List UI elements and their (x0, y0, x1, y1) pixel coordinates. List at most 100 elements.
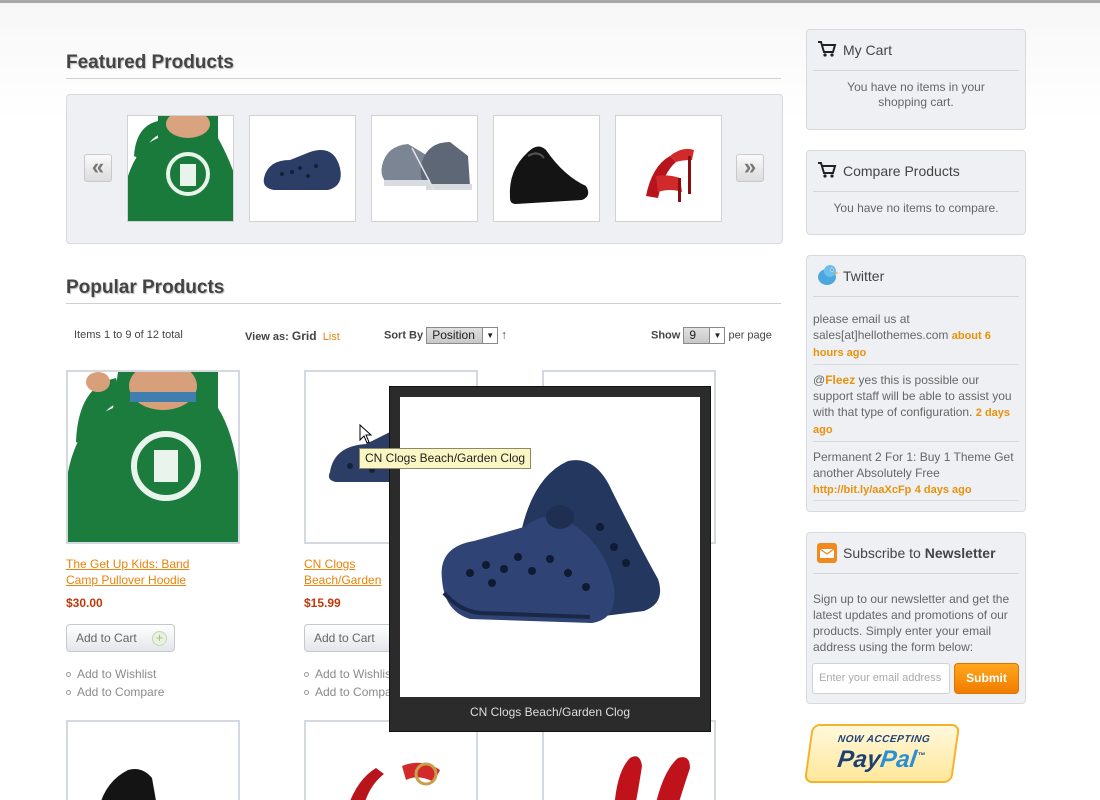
divider (813, 364, 1019, 365)
show-label: Show (651, 329, 681, 342)
view-grid-active: Grid (291, 329, 317, 343)
my-cart-block: My Cart You have no items in your shoppi… (806, 29, 1026, 130)
featured-products-heading: Featured Products (66, 52, 781, 79)
cart-empty-text: You have no items in your shopping cart. (847, 80, 985, 109)
product-name-link[interactable]: CN Clogs Beach/Garden Clog (304, 556, 388, 588)
add-to-cart-label: Add to Cart (76, 631, 137, 645)
loafer-image (101, 769, 156, 800)
divider (813, 441, 1019, 442)
add-to-wishlist-link[interactable]: Add to Wishlist (304, 667, 389, 681)
newsletter-email-input[interactable]: Enter your email address (812, 663, 950, 694)
chevron-down-icon: ▼ (709, 328, 725, 343)
top-border (0, 0, 1100, 3)
chevron-down-icon: ▼ (482, 328, 498, 343)
tweet-time-link[interactable]: 4 days ago (915, 484, 972, 496)
limiter-controls: Show 9 ▼ per page (651, 327, 772, 344)
featured-thumb-heels[interactable] (615, 115, 722, 222)
paypal-pal: Pal (878, 746, 919, 773)
compare-empty-text: You have no items to compare. (833, 201, 999, 215)
twitter-bird-icon (818, 265, 839, 285)
sort-direction-icon[interactable]: ↑ (501, 327, 507, 341)
lightbox-caption: CN Clogs Beach/Garden Clog (469, 705, 631, 719)
add-to-cart-label: Add to Cart (314, 631, 375, 645)
hoodie-image (68, 372, 238, 542)
per-page-label: per page (728, 329, 772, 342)
view-as-label: View as: (245, 331, 289, 343)
tweet-2: @Fleez yes this is possible our support … (813, 372, 1019, 438)
my-cart-title: My Cart (813, 30, 1019, 71)
product-name-link[interactable]: The Get Up Kids: Band Camp Pullover Hood… (66, 556, 216, 588)
tooltip: CN Clogs Beach/Garden Clog (359, 448, 532, 469)
compare-label: Add to Compare (77, 685, 165, 699)
bullet-icon (304, 690, 309, 696)
add-to-compare-link[interactable]: Add to Compare (304, 685, 389, 699)
sort-select[interactable]: Position ▼ (426, 327, 499, 344)
product-image-sandals[interactable] (304, 720, 478, 800)
red-pumps-image (614, 756, 690, 800)
compare-label: Add to Compare (315, 685, 389, 699)
tweet-mention-link[interactable]: Fleez (825, 373, 855, 387)
newsletter-title-bold: Newsletter (924, 545, 996, 561)
featured-thumb-clog[interactable] (249, 115, 356, 222)
mouse-cursor-icon (359, 424, 373, 444)
product-image-red-pumps[interactable] (542, 720, 716, 800)
twitter-block: Twitter please email us at sales[at]hell… (806, 255, 1026, 512)
featured-thumb-hoodie[interactable] (127, 115, 234, 222)
newsletter-description: Sign up to our newsletter and get the la… (813, 592, 1010, 654)
tweet-3: Permanent 2 For 1: Buy 1 Theme Get anoth… (813, 449, 1019, 498)
twitter-title-text: Twitter (843, 268, 885, 284)
popular-products-heading: Popular Products (66, 277, 781, 304)
newsletter-title: Subscribe to Newsletter (813, 533, 1019, 574)
view-list-link[interactable]: List (323, 331, 340, 343)
per-page-value: 9 (689, 328, 697, 342)
tweet-at: @ (813, 373, 826, 387)
paypal-now-accepting: NOW ACCEPTING (837, 734, 931, 745)
paypal-logo: PayPal™ (807, 746, 955, 774)
sneakers-image (381, 142, 472, 191)
newsletter-title-prefix: Subscribe to (843, 545, 925, 561)
carousel-prev-button[interactable]: « (84, 154, 112, 182)
sort-select-value: Position (432, 328, 475, 342)
product-price: $30.00 (66, 596, 103, 610)
add-to-wishlist-link[interactable]: Add to Wishlist (66, 667, 156, 681)
product-price: $15.99 (304, 596, 341, 610)
compare-title-text: Compare Products (843, 163, 960, 179)
loafer-image (509, 146, 589, 204)
newsletter-block: Subscribe to Newsletter Sign up to our n… (806, 532, 1026, 704)
wishlist-label: Add to Wishlist (77, 667, 157, 681)
plus-icon: + (152, 631, 167, 646)
divider (813, 500, 1019, 501)
tweet-1: please email us at sales[at]hellothemes.… (813, 311, 1019, 361)
newsletter-submit-button[interactable]: Submit (954, 663, 1019, 694)
paypal-badge: NOW ACCEPTING PayPal™ (803, 724, 961, 783)
sandals-image (350, 762, 440, 800)
featured-thumb-sneakers[interactable] (371, 115, 478, 222)
add-to-compare-link[interactable]: Add to Compare (66, 685, 164, 699)
tweet-text: Permanent 2 For 1: Buy 1 Theme Get anoth… (813, 450, 1014, 480)
wishlist-label: Add to Wishlist (315, 667, 389, 681)
compare-title: Compare Products (813, 151, 1019, 192)
bullet-icon (66, 672, 71, 678)
cart-icon (818, 162, 837, 178)
sort-controls: Sort By Position ▼ ↑ (384, 327, 507, 344)
cart-icon (818, 41, 837, 57)
product-image-loafer[interactable] (66, 720, 240, 800)
add-to-cart-button[interactable]: Add to Cart + (66, 624, 175, 652)
twitter-title: Twitter (813, 256, 1019, 297)
image-lightbox[interactable]: CN Clogs Beach/Garden Clog (389, 386, 711, 732)
carousel-next-button[interactable]: » (736, 154, 764, 182)
product-image-hoodie[interactable] (66, 370, 240, 544)
hoodie-image (128, 116, 233, 221)
paypal-tm: ™ (916, 751, 926, 760)
tweet-text: please email us at sales[at]hellothemes.… (813, 312, 952, 342)
featured-carousel: « » (66, 94, 783, 244)
bullet-icon (304, 672, 309, 678)
featured-thumb-loafer[interactable] (493, 115, 600, 222)
clog-image (263, 150, 341, 190)
items-count: Items 1 to 9 of 12 total (74, 329, 183, 341)
heels-image (646, 148, 694, 202)
paypal-pay: Pay (835, 746, 883, 773)
per-page-select[interactable]: 9 ▼ (683, 327, 726, 344)
sort-by-label: Sort By (384, 329, 424, 342)
tweet-url-link[interactable]: http://bit.ly/aaXcFp (813, 484, 911, 496)
